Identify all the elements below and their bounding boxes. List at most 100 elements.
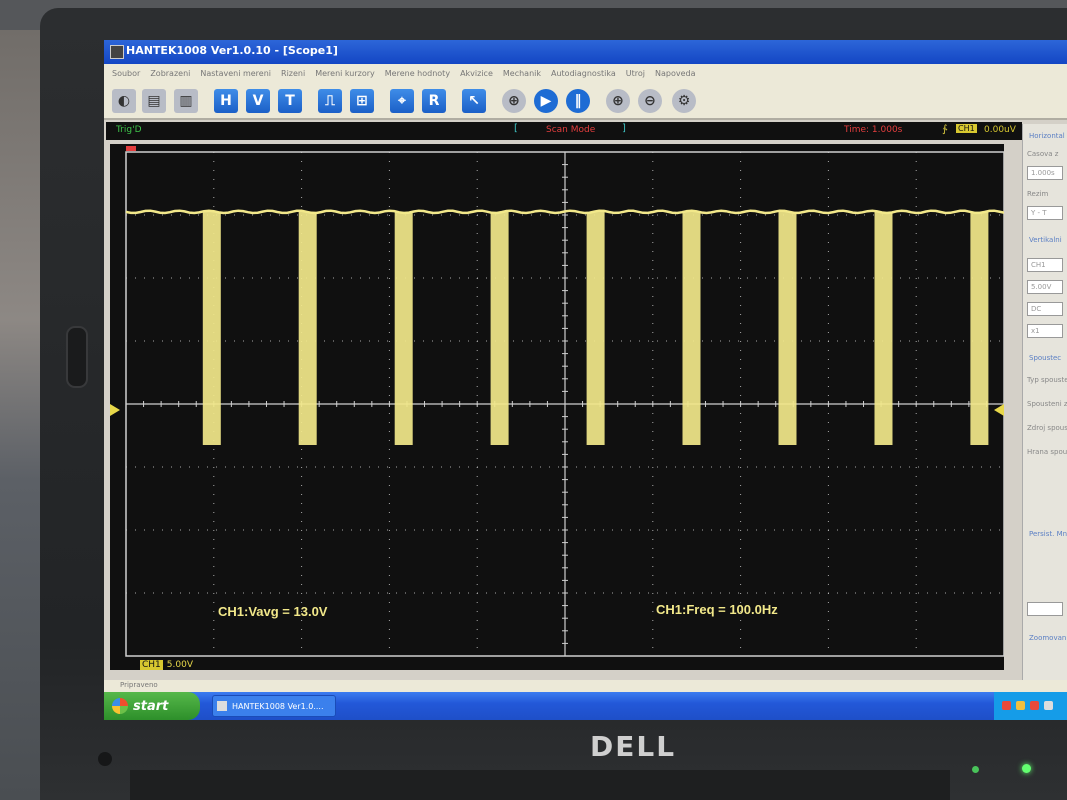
mode-bracket-left: [: [514, 123, 518, 134]
trace-pulse: [394, 211, 413, 445]
pointer-button[interactable]: ↖: [462, 89, 486, 113]
section-vertical: Vertikalni: [1029, 236, 1062, 244]
menu-item-napoveda[interactable]: Napoveda: [655, 69, 696, 78]
zoom-out-button[interactable]: ⊖: [638, 89, 662, 113]
graticule: [125, 151, 1004, 657]
measure-button[interactable]: ⊞: [350, 89, 374, 113]
trigger-edge-label[interactable]: Hrana spousteni: [1027, 448, 1067, 456]
taskbar-item-hantek[interactable]: HANTEK1008 Ver1.0....: [212, 695, 336, 717]
taskbar: start HANTEK1008 Ver1.0....: [104, 692, 1067, 720]
laptop-screen: HANTEK1008 Ver1.0.10 - [Scope1] Soubor Z…: [104, 40, 1067, 720]
power-led: [1022, 764, 1031, 773]
save-icon[interactable]: ▤: [142, 89, 166, 113]
menu-item-soubor[interactable]: Soubor: [112, 69, 140, 78]
menu-item-zobrazeni[interactable]: Zobrazeni: [150, 69, 190, 78]
status-bar: Pripraveno: [104, 680, 1067, 692]
menu-item-mechanik[interactable]: Mechanik: [503, 69, 541, 78]
start-button[interactable]: start: [104, 692, 200, 720]
taskbar-item-label: HANTEK1008 Ver1.0....: [232, 701, 324, 711]
pulse-button[interactable]: ⎍: [318, 89, 342, 113]
app-icon: [110, 45, 124, 59]
trigger-level-marker[interactable]: [994, 404, 1004, 416]
probe-field[interactable]: x1: [1027, 324, 1063, 338]
trace-high-level: [125, 209, 1004, 215]
channel-badge: CH1: [140, 660, 163, 670]
zoom-in-button[interactable]: ⊕: [606, 89, 630, 113]
section-trigger: Spoustec: [1029, 354, 1062, 362]
laptop-hinge: [130, 770, 950, 800]
trigger-button[interactable]: T: [278, 89, 302, 113]
volts-field[interactable]: 5.00V: [1027, 280, 1063, 294]
section-horizontal: Horizontal: [1029, 132, 1065, 140]
trigger-status: Trig'D: [116, 125, 142, 135]
menu-item-kurzory[interactable]: Mereni kurzory: [315, 69, 375, 78]
trace-pulse: [682, 211, 701, 445]
mode-bracket-right: ]: [622, 123, 626, 134]
print-icon[interactable]: ▥: [174, 89, 198, 113]
channel-scale-readout: CH1 5.00V: [140, 660, 193, 670]
globe-icon[interactable]: ◐: [112, 89, 136, 113]
window-titlebar[interactable]: HANTEK1008 Ver1.0.10 - [Scope1]: [104, 40, 1067, 64]
tray-icon[interactable]: [1030, 701, 1039, 710]
menu-item-autodiagnostika[interactable]: Autodiagnostika: [551, 69, 616, 78]
ch1-ground-marker[interactable]: [110, 404, 120, 416]
label-timebase: Casova z: [1027, 150, 1059, 158]
trace-pulse: [586, 211, 605, 445]
menu-bar: Soubor Zobrazeni Nastaveni mereni Rizeni…: [104, 64, 1067, 82]
settings-button[interactable]: ⚙: [672, 89, 696, 113]
mode-field[interactable]: Y - T: [1027, 206, 1063, 220]
tray-icon[interactable]: [1016, 701, 1025, 710]
menu-item-nastaveni[interactable]: Nastaveni mereni: [200, 69, 271, 78]
timebase-field[interactable]: 1.000s: [1027, 166, 1063, 180]
trigger-channel-badge: CH1: [956, 124, 977, 133]
channel-field[interactable]: CH1: [1027, 258, 1063, 272]
zoom-label: Zoomovani: [1029, 634, 1067, 642]
trigger-level-readout: 0.00uV: [984, 125, 1016, 135]
tray-icon[interactable]: [1044, 701, 1053, 710]
pause-button[interactable]: ‖: [566, 89, 590, 113]
reference-button[interactable]: R: [422, 89, 446, 113]
trace-pulse: [298, 211, 317, 445]
horizontal-button[interactable]: H: [214, 89, 238, 113]
dell-logo: DELL: [590, 730, 677, 763]
menu-item-utroj[interactable]: Utroj: [626, 69, 645, 78]
trigger-mode-label[interactable]: Spousteni zd: [1027, 400, 1067, 408]
vertical-button[interactable]: V: [246, 89, 270, 113]
trigger-position-marker[interactable]: [126, 146, 136, 151]
trigger-type-label[interactable]: Typ spousteni: [1027, 376, 1067, 384]
waveform-plot: CH1:Vavg = 13.0V CH1:Freq = 100.0Hz: [110, 146, 1004, 657]
toolbar: ◐ ▤ ▥ H V T ⎍ ⊞ ⌖ R ↖ ⊕ ▶ ‖ ⊕ ⊖ ⚙: [104, 82, 1067, 118]
system-tray: [994, 692, 1067, 720]
acquisition-mode[interactable]: Scan Mode: [546, 125, 595, 135]
label-mode: Rezim: [1027, 190, 1049, 198]
run-button[interactable]: ▶: [534, 89, 558, 113]
window-title: HANTEK1008 Ver1.0.10 - [Scope1]: [126, 44, 338, 57]
scope-info-bar: Trig'D [ Scan Mode ] Time: 1.000s ∱ CH1 …: [106, 122, 1022, 140]
channels-button[interactable]: ⊕: [502, 89, 526, 113]
menu-item-akvizice[interactable]: Akvizice: [460, 69, 493, 78]
settings-panel: Horizontal Casova z 1.000s Rezim Y - T V…: [1022, 124, 1067, 680]
trace-pulse: [874, 211, 893, 445]
start-label: start: [133, 698, 169, 714]
channel-volts-per-div: 5.00V: [166, 660, 193, 670]
oscilloscope-display[interactable]: CH1:Vavg = 13.0V CH1:Freq = 100.0Hz: [110, 144, 1004, 670]
section-persist: Persist. Mnz: [1029, 530, 1067, 538]
trace-pulse: [490, 211, 509, 445]
trace-pulse: [778, 211, 797, 445]
tray-icon[interactable]: [1002, 701, 1011, 710]
trigger-edge-icon: ∱: [942, 124, 948, 135]
trigger-source-label[interactable]: Zdroj spousteni: [1027, 424, 1067, 432]
persist-field[interactable]: [1027, 602, 1063, 616]
trace-pulse: [970, 211, 989, 445]
app-icon: [217, 701, 227, 711]
cursor-button[interactable]: ⌖: [390, 89, 414, 113]
status-led: [972, 766, 979, 773]
coupling-field[interactable]: DC: [1027, 302, 1063, 316]
menu-item-hodnoty[interactable]: Merene hodnoty: [385, 69, 450, 78]
trace-pulse: [202, 211, 221, 445]
freq-measurement: CH1:Freq = 100.0Hz: [656, 602, 778, 617]
menu-item-rizeni[interactable]: Rizeni: [281, 69, 305, 78]
vavg-measurement: CH1:Vavg = 13.0V: [218, 604, 328, 619]
timebase-readout: Time: 1.000s: [844, 125, 903, 135]
status-text: Pripraveno: [120, 681, 158, 689]
